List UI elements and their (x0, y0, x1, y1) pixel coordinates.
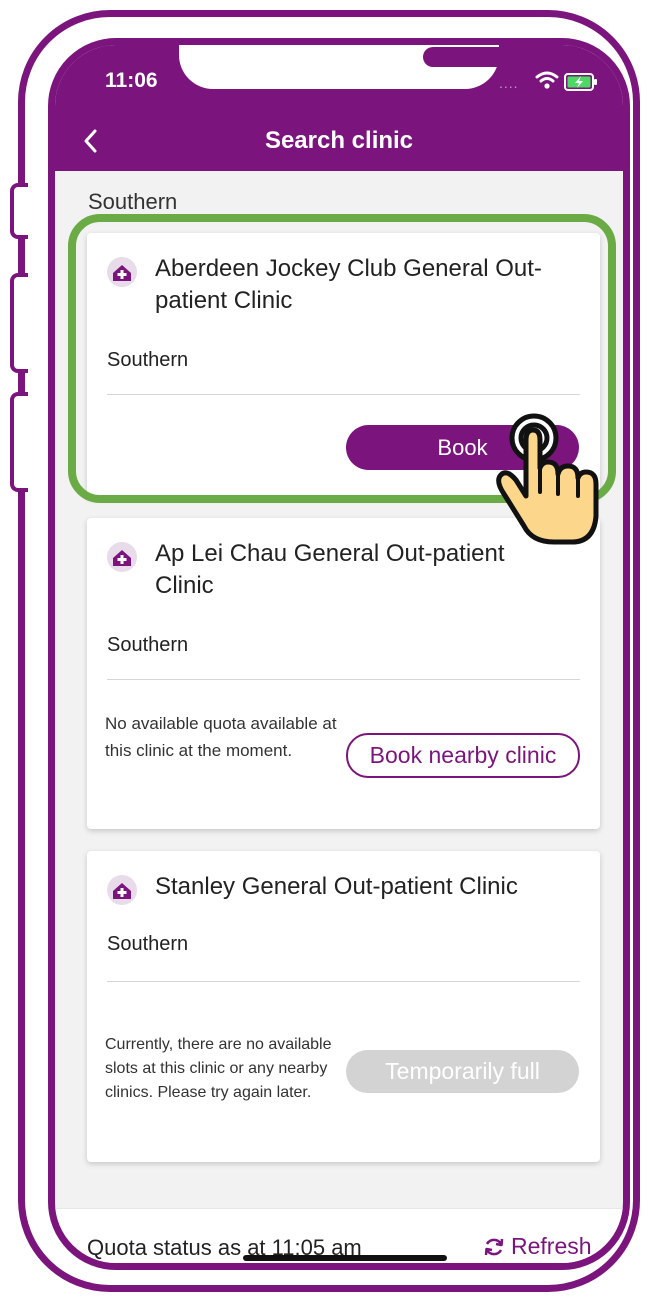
refresh-label: Refresh (511, 1233, 592, 1259)
status-icons: .... (499, 71, 599, 91)
quota-message: No available quota available at this cli… (105, 714, 337, 760)
volume-up-button (10, 273, 28, 373)
volume-down-button (10, 392, 28, 492)
refresh-icon (484, 1238, 504, 1255)
clinic-district: Southern (107, 933, 189, 955)
clinic-icon (107, 875, 137, 905)
home-indicator (243, 1255, 447, 1261)
battery-charging-icon (564, 73, 597, 91)
temporarily-full-button: Temporarily full (346, 1050, 579, 1093)
card-divider (107, 981, 580, 982)
clinic-icon (107, 542, 137, 572)
book-nearby-clinic-button[interactable]: Book nearby clinic (346, 733, 580, 778)
speaker (423, 47, 513, 67)
pointing-hand-icon (496, 413, 599, 545)
clinic-name: Stanley General Out-patient Clinic (155, 873, 518, 900)
page-title: Search clinic (264, 127, 414, 154)
card-divider (107, 679, 580, 680)
app-header: 11:06 .... Search clinic (55, 45, 623, 171)
refresh-button[interactable]: Refresh (483, 1233, 592, 1260)
side-button (10, 183, 28, 239)
wifi-icon (535, 71, 559, 89)
clinic-card-ap-lei-chau: Ap Lei Chau General Out-patient Clinic S… (87, 518, 600, 829)
signal-dots: .... (499, 75, 519, 91)
clinic-card-stanley: Stanley General Out-patient Clinic South… (87, 851, 600, 1162)
clinic-name: Ap Lei Chau General Out-patient Clinic (155, 540, 505, 599)
phone-notch (179, 45, 513, 89)
status-time: 11:06 (105, 69, 158, 92)
unavailable-message: Currently, there are no available slots … (105, 1036, 332, 1101)
clinic-district: Southern (107, 634, 189, 656)
section-title: Southern (88, 189, 178, 214)
